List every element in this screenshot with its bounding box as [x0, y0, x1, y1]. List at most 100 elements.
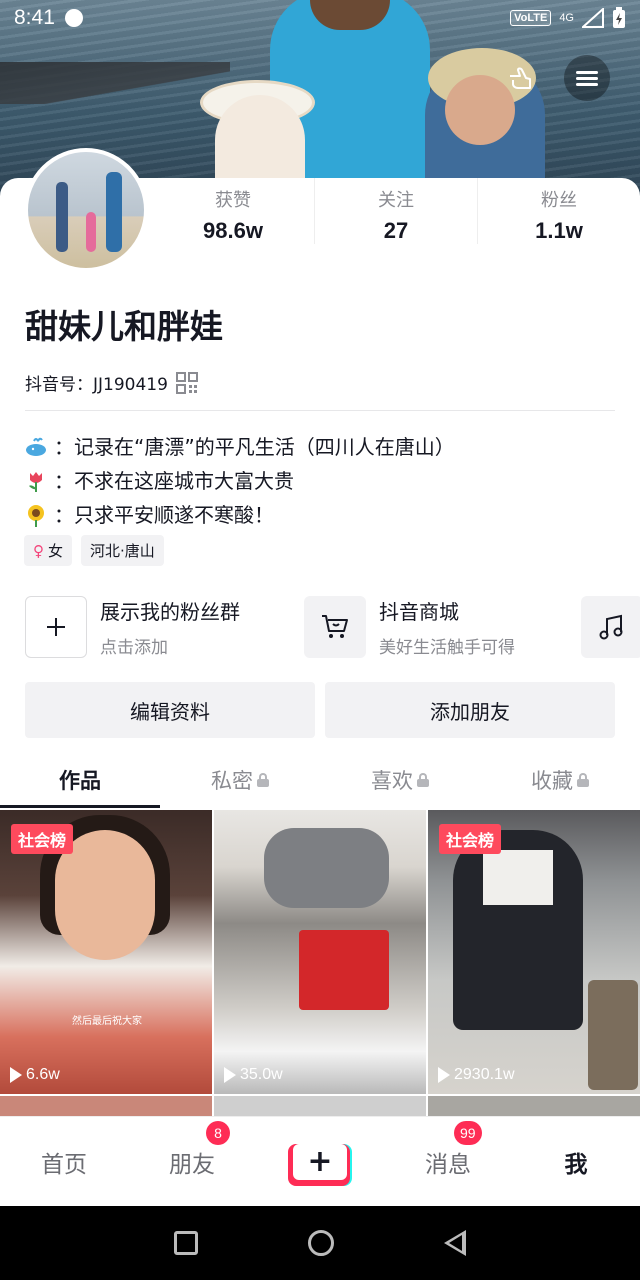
gender-tag: ♀ 女: [24, 535, 73, 566]
video-thumbnail[interactable]: 35.0w: [214, 810, 426, 1094]
messages-badge: 99: [454, 1120, 482, 1145]
whale-icon: [26, 437, 46, 456]
tulip-icon: [29, 472, 42, 492]
bio-line: ：记录在“唐漂”的平凡生活（四川人在唐山）: [24, 430, 455, 464]
profile-stats: 获赞 98.6w 关注 27 粉丝 1.1w: [152, 178, 640, 244]
nav-label: 朋友: [169, 1151, 215, 1178]
tab-favorites[interactable]: 收藏: [480, 752, 640, 808]
music-icon[interactable]: [581, 596, 640, 658]
tab-private[interactable]: 私密: [160, 752, 320, 808]
plus-icon: +: [293, 1143, 347, 1180]
tab-works[interactable]: 作品: [0, 752, 160, 808]
tab-label: 收藏: [531, 769, 573, 793]
cover-jetty: [0, 62, 230, 104]
stat-value: 1.1w: [535, 218, 583, 243]
tab-label: 喜欢: [371, 769, 413, 793]
system-nav-bar: [0, 1206, 640, 1280]
stat-followers[interactable]: 粉丝 1.1w: [478, 178, 640, 244]
notification-icon: [64, 9, 83, 27]
shop-subtitle: 美好生活触手可得: [379, 638, 515, 658]
sunflower-icon: [28, 505, 44, 527]
play-icon: [438, 1067, 450, 1083]
nav-label: 我: [564, 1151, 588, 1178]
gender-text: 女: [48, 542, 64, 560]
shop-title: 抖音商城: [379, 600, 459, 624]
play-count-text: 2930.1w: [454, 1066, 515, 1083]
recents-icon[interactable]: [174, 1231, 198, 1255]
pointer-hand-icon[interactable]: [497, 55, 543, 101]
profile-tags: ♀ 女 河北·唐山: [24, 535, 164, 566]
tab-label: 私密: [211, 769, 253, 793]
nav-friends[interactable]: 朋友 8: [128, 1120, 256, 1179]
nav-home[interactable]: 首页: [0, 1145, 128, 1179]
stat-label: 关注: [378, 190, 414, 211]
cart-icon: [304, 596, 366, 658]
play-count-text: 6.6w: [26, 1066, 60, 1083]
nav-me[interactable]: 我: [512, 1145, 640, 1179]
fan-group-title: 展示我的粉丝群: [100, 600, 240, 624]
status-right: VoLTE 4G: [510, 7, 626, 29]
video-caption: 然后最后祝大家: [72, 1016, 142, 1027]
ranking-badge: 社会榜: [439, 824, 502, 854]
edit-profile-button[interactable]: 编辑资料: [25, 682, 315, 738]
play-icon: [224, 1067, 236, 1083]
location-tag: 河北·唐山: [81, 535, 164, 566]
bio-line: ：只求平安顺遂不寒酸！: [24, 498, 455, 532]
profile-tabs: 作品 私密 喜欢 收藏: [0, 752, 640, 808]
stat-label: 粉丝: [541, 190, 577, 211]
battery-icon: [613, 7, 625, 28]
play-count-text: 35.0w: [240, 1066, 283, 1083]
stat-value: 27: [383, 218, 409, 243]
add-friend-button[interactable]: 添加朋友: [325, 682, 615, 738]
douyin-id[interactable]: 抖音号：JJ190419: [25, 370, 198, 395]
video-thumbnail[interactable]: 社会榜 2930.1w: [428, 810, 640, 1094]
profile-name: 甜妹儿和胖娃: [25, 307, 223, 346]
fan-group-entry[interactable]: 展示我的粉丝群 点击添加: [25, 596, 240, 658]
play-count: 6.6w: [10, 1066, 60, 1084]
fan-group-subtitle: 点击添加: [100, 638, 168, 658]
female-icon: ♀: [33, 541, 44, 560]
divider: [25, 410, 615, 411]
back-icon[interactable]: [444, 1230, 466, 1256]
bio-text: ：记录在“唐漂”的平凡生活（四川人在唐山）: [54, 435, 455, 459]
stat-following[interactable]: 关注 27: [315, 178, 478, 244]
network-type: 4G: [559, 12, 574, 24]
play-icon: [10, 1067, 22, 1083]
nav-label: 消息: [425, 1151, 471, 1178]
stat-label: 获赞: [215, 190, 251, 211]
friends-badge: 8: [206, 1120, 230, 1145]
signal-icon: [582, 8, 604, 28]
bottom-nav: 首页 朋友 8 + 消息 99 我: [0, 1116, 640, 1206]
menu-icon[interactable]: [564, 55, 610, 101]
douyin-id-text: 抖音号：JJ190419: [25, 375, 168, 395]
bio-text: ：不求在这座城市大富大贵: [54, 469, 294, 493]
status-time: 8:41: [14, 6, 55, 29]
home-icon[interactable]: [308, 1230, 334, 1256]
nav-messages[interactable]: 消息 99: [384, 1120, 512, 1179]
lock-icon: [417, 773, 429, 787]
volte-icon: VoLTE: [510, 10, 552, 26]
shop-entry[interactable]: 抖音商城 美好生活触手可得: [304, 596, 515, 658]
video-grid: 社会榜 然后最后祝大家 6.6w 35.0w 社会榜 2930.1w: [0, 810, 640, 1120]
bio: ：记录在“唐漂”的平凡生活（四川人在唐山） ：不求在这座城市大富大贵 ：只求平安…: [24, 430, 455, 532]
video-thumbnail[interactable]: 社会榜 然后最后祝大家 6.6w: [0, 810, 212, 1094]
ranking-badge: 社会榜: [11, 824, 74, 854]
qr-code-icon[interactable]: [175, 371, 198, 394]
nav-create[interactable]: +: [256, 1143, 384, 1186]
tab-label: 作品: [59, 769, 101, 793]
tab-likes[interactable]: 喜欢: [320, 752, 480, 808]
lock-icon: [577, 773, 589, 787]
status-bar: 8:41 VoLTE 4G: [0, 0, 640, 36]
create-button[interactable]: +: [288, 1143, 352, 1186]
avatar[interactable]: [24, 148, 148, 272]
play-count: 2930.1w: [438, 1066, 515, 1084]
lock-icon: [257, 773, 269, 787]
nav-label: 首页: [41, 1151, 87, 1178]
plus-icon: [25, 596, 87, 658]
bio-line: ：不求在这座城市大富大贵: [24, 464, 455, 498]
stat-likes[interactable]: 获赞 98.6w: [152, 178, 315, 244]
play-count: 35.0w: [224, 1066, 283, 1084]
location-text: 河北·唐山: [90, 542, 155, 560]
stat-value: 98.6w: [203, 218, 263, 243]
bio-text: ：只求平安顺遂不寒酸！: [54, 503, 274, 527]
